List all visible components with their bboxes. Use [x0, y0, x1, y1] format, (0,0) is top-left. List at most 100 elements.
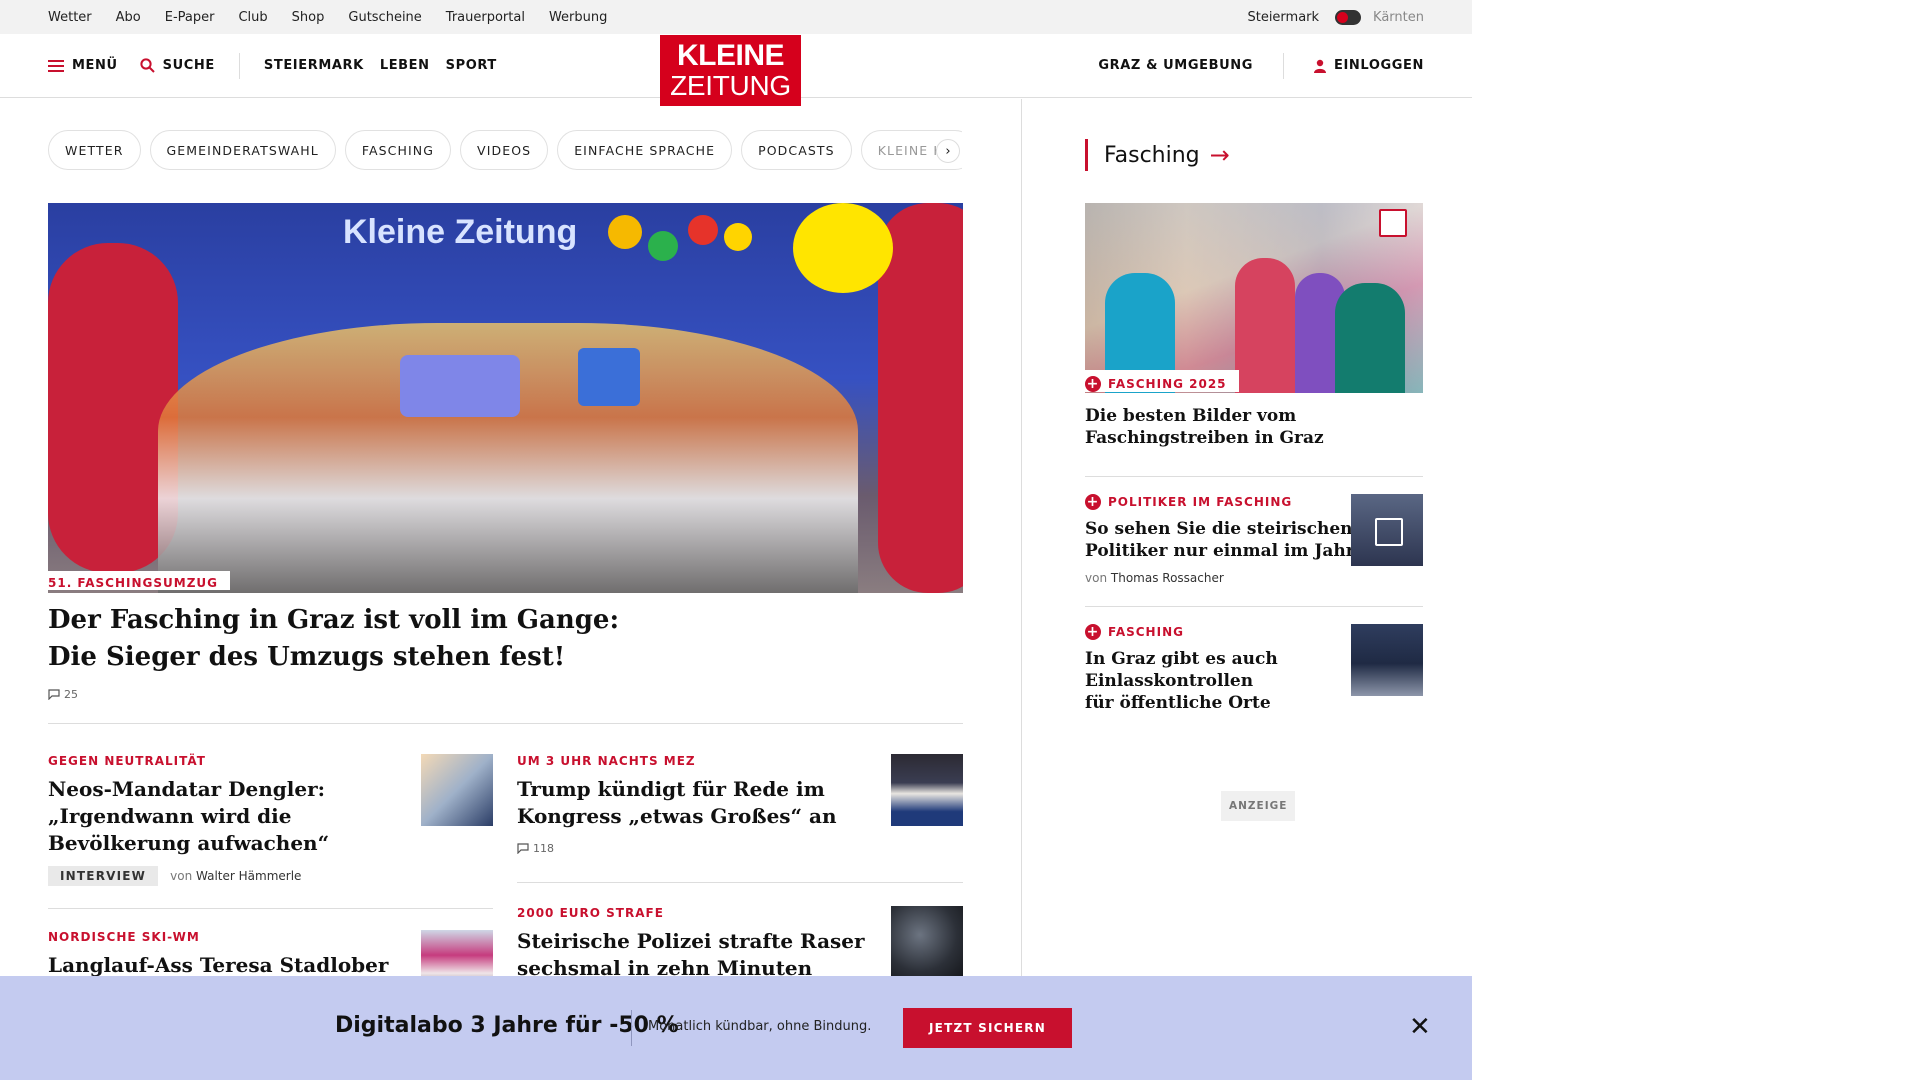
article-teaser[interactable]: UM 3 UHR NACHTS MEZ Trump kündigt für Re… — [517, 754, 963, 855]
sidebar-lead-title[interactable]: Die besten Bilder vom Faschingstreiben i… — [1085, 405, 1423, 449]
divider — [48, 723, 963, 724]
teaser-thumbnail — [891, 754, 963, 826]
login-button[interactable]: EINLOGGEN — [1314, 58, 1424, 73]
promo-divider — [631, 1010, 632, 1046]
promo-headline: Digitalabo 3 Jahre für -50 % — [335, 1013, 679, 1038]
location-link[interactable]: GRAZ & UMGEBUNG — [1098, 58, 1253, 73]
article-teaser[interactable]: GEGEN NEUTRALITÄT Neos-Mandatar Dengler:… — [48, 754, 493, 886]
chip-gemeinderatswahl[interactable]: GEMEINDERATSWAHL — [149, 130, 336, 170]
gallery-icon — [1379, 209, 1407, 237]
prize-sign — [578, 348, 640, 406]
user-icon — [1314, 59, 1327, 73]
decor-arch — [878, 203, 963, 593]
headline-line: Faschingstreiben in Graz — [1085, 428, 1324, 448]
utility-links: Wetter Abo E-Paper Club Shop Gutscheine … — [48, 10, 631, 25]
sidebar-article-thumbnail — [1351, 494, 1423, 566]
hero-image-banner-text: Kleine Zeitung — [343, 213, 578, 251]
link-werbung[interactable]: Werbung — [549, 10, 607, 25]
sidebar-lead-image[interactable] — [1085, 203, 1423, 393]
promo-subtext: Monatlich kündbar, ohne Bindung. — [648, 1019, 872, 1034]
hero-image[interactable]: Kleine Zeitung — [48, 203, 963, 593]
link-gutscheine[interactable]: Gutscheine — [348, 10, 421, 25]
login-label: EINLOGGEN — [1334, 58, 1424, 73]
link-trauerportal[interactable]: Trauerportal — [446, 10, 525, 25]
comment-number: 118 — [533, 842, 554, 855]
search-button[interactable]: SUCHE — [140, 58, 215, 73]
header-divider — [238, 52, 240, 79]
sidebar-article[interactable]: + POLITIKER IM FASCHING So sehen Sie die… — [1085, 494, 1423, 594]
sidebar-lead-headline: Die besten Bilder vom Faschingstreiben i… — [1085, 405, 1423, 449]
sidebar-article-tag-text: FASCHING — [1108, 625, 1184, 639]
hero-title-line-1: Der Fasching in Graz ist voll im Gange: — [48, 605, 620, 635]
menu-button[interactable]: MENÜ — [48, 58, 118, 73]
decor-dot — [608, 215, 642, 249]
link-epaper[interactable]: E-Paper — [165, 10, 215, 25]
header-right: GRAZ & UMGEBUNG EINLOGGEN — [1098, 52, 1424, 79]
chip-einfache-sprache[interactable]: EINFACHE SPRACHE — [557, 130, 733, 170]
sidebar-article[interactable]: + FASCHING In Graz gibt es auch Einlassk… — [1085, 624, 1423, 724]
close-icon[interactable]: ✕ — [1409, 1014, 1431, 1040]
decor-dot — [688, 215, 718, 245]
chip-podcasts[interactable]: PODCASTS — [741, 130, 852, 170]
prize-sign — [400, 355, 520, 417]
chips-scroll-right[interactable]: › — [936, 139, 960, 163]
sidebar-heading-text: Fasching — [1104, 142, 1200, 168]
header-divider-right — [1283, 52, 1285, 79]
comment-icon — [517, 843, 529, 854]
sidebar-article-tag-text: POLITIKER IM FASCHING — [1108, 495, 1293, 509]
byline: von Thomas Rossacher — [1085, 571, 1423, 585]
topic-chips: WETTER GEMEINDERATSWAHL FASCHING VIDEOS … — [48, 130, 962, 170]
chip-fasching[interactable]: FASCHING — [344, 130, 452, 170]
sidebar-lead-tag: + FASCHING 2025 — [1085, 370, 1239, 392]
sidebar-lead-tag-text: FASCHING 2025 — [1108, 377, 1227, 391]
plus-icon: + — [1085, 494, 1101, 510]
region-inactive-label[interactable]: Kärnten — [1373, 10, 1424, 25]
hero-title[interactable]: Der Fasching in Graz ist voll im Gange: … — [48, 602, 648, 676]
subscription-banner: Digitalabo 3 Jahre für -50 % Monatlich k… — [0, 976, 1472, 1080]
author-name[interactable]: Thomas Rossacher — [1111, 571, 1224, 585]
divider — [1085, 606, 1423, 607]
decor-dot — [724, 223, 752, 251]
costume-figure — [1335, 283, 1405, 393]
search-icon — [140, 58, 155, 73]
logo-line-2: ZEITUNG — [670, 70, 791, 101]
nav-sport[interactable]: SPORT — [446, 58, 497, 73]
heading-accent-bar — [1085, 139, 1088, 171]
plus-icon: + — [1085, 376, 1101, 392]
link-wetter[interactable]: Wetter — [48, 10, 92, 25]
teaser-thumbnail — [891, 906, 963, 978]
divider — [517, 882, 963, 883]
teaser-comment-count[interactable]: 118 — [517, 842, 963, 855]
byline-prefix: von — [1085, 571, 1108, 585]
hero-tag: 51. FASCHINGSUMZUG — [48, 571, 231, 590]
menu-label: MENÜ — [72, 58, 118, 73]
subscribe-button[interactable]: JETZT SICHERN — [903, 1008, 1072, 1048]
plus-icon: + — [1085, 624, 1101, 640]
region-toggle[interactable] — [1335, 9, 1362, 25]
byline: von Walter Hämmerle — [170, 869, 301, 883]
sidebar-heading[interactable]: Fasching → — [1085, 139, 1230, 171]
search-label: SUCHE — [162, 58, 215, 73]
link-abo[interactable]: Abo — [116, 10, 141, 25]
site-logo[interactable]: KLEINE ZEITUNG — [660, 35, 801, 106]
teaser-thumbnail — [421, 754, 493, 826]
nav-steiermark[interactable]: STEIERMARK — [264, 58, 364, 73]
region-active-label[interactable]: Steiermark — [1247, 10, 1319, 25]
ad-label: ANZEIGE — [1221, 791, 1296, 821]
logo-line-1: KLEINE — [676, 39, 785, 72]
author-name[interactable]: Walter Hämmerle — [196, 869, 301, 883]
yellow-wig — [793, 203, 893, 293]
divider — [1085, 476, 1423, 477]
main-column: WETTER GEMEINDERATSWAHL FASCHING VIDEOS … — [0, 99, 1022, 1080]
chip-wetter[interactable]: WETTER — [48, 130, 141, 170]
link-club[interactable]: Club — [238, 10, 267, 25]
article-teaser[interactable]: 2000 EURO STRAFE Steirische Polizei stra… — [517, 906, 963, 986]
link-shop[interactable]: Shop — [292, 10, 325, 25]
region-switch: Steiermark Kärnten — [1247, 9, 1424, 25]
chip-videos[interactable]: VIDEOS — [460, 130, 549, 170]
page-background-right — [1472, 0, 1920, 1080]
comment-icon — [48, 689, 60, 700]
nav-leben[interactable]: LEBEN — [380, 58, 430, 73]
arrow-right-icon: → — [1209, 141, 1230, 169]
hero-comment-count[interactable]: 25 — [48, 688, 78, 701]
